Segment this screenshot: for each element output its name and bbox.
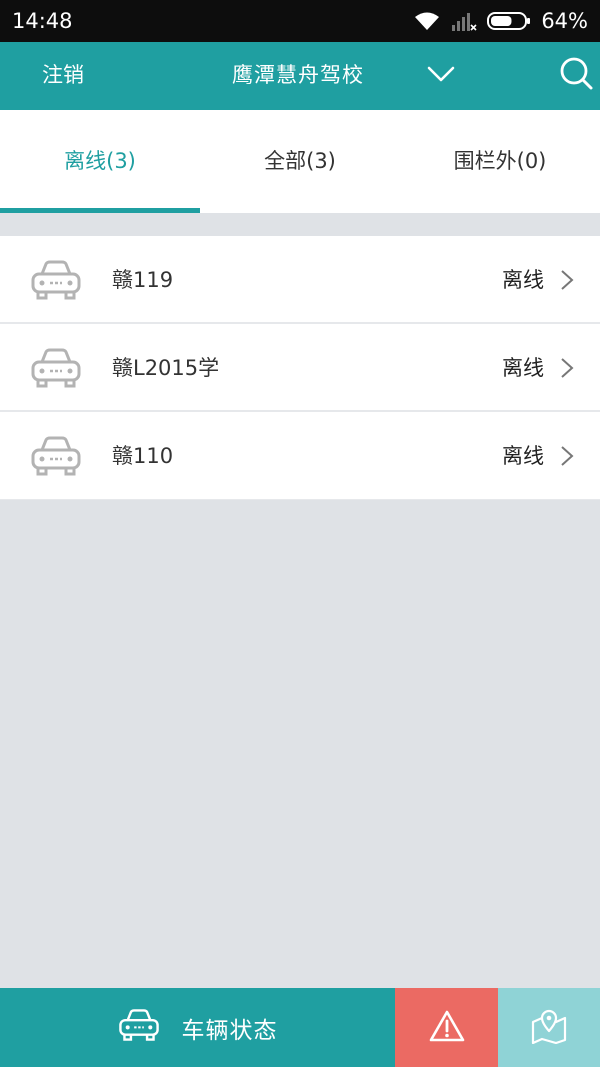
chevron-right-icon (560, 357, 574, 379)
wifi-icon (413, 10, 441, 32)
battery-icon (487, 10, 531, 32)
vehicle-status-button[interactable]: 车辆状态 (0, 988, 395, 1067)
alert-button[interactable] (395, 988, 498, 1067)
tab-out-of-fence[interactable]: 围栏外(0) (400, 110, 600, 213)
school-name: 鹰潭慧舟驾校 (232, 63, 364, 87)
vehicle-row[interactable]: 赣110 离线 (0, 412, 600, 500)
vehicle-plate: 赣119 (112, 268, 174, 292)
status-bar: 14:48 64% (0, 0, 600, 42)
vehicle-row[interactable]: 赣119 离线 (0, 236, 600, 324)
filter-tabs: 离线(3) 全部(3) 围栏外(0) (0, 110, 600, 213)
status-indicators: 64% (413, 9, 588, 33)
bottom-nav: 车辆状态 (0, 988, 600, 1067)
app-header: 注销 鹰潭慧舟驾校 (0, 42, 600, 110)
chevron-right-icon (560, 269, 574, 291)
warning-icon (428, 1009, 466, 1047)
signal-icon (451, 10, 477, 32)
car-icon (30, 434, 82, 478)
vehicle-plate: 赣L2015学 (112, 356, 220, 380)
vehicle-status-label: 车辆状态 (181, 1017, 278, 1044)
chevron-right-icon (560, 445, 574, 467)
car-icon (118, 1007, 160, 1049)
car-icon (30, 258, 82, 302)
vehicle-status: 离线 (502, 444, 544, 468)
tab-offline[interactable]: 离线(3) (0, 110, 200, 213)
vehicle-status: 离线 (502, 356, 544, 380)
vehicle-plate: 赣110 (112, 444, 174, 468)
vehicle-row[interactable]: 赣L2015学 离线 (0, 324, 600, 412)
map-button[interactable] (498, 988, 600, 1067)
battery-percent: 64% (541, 9, 588, 33)
vehicle-list: 赣119 离线 赣L2015学 离线 赣110 离线 (0, 236, 600, 500)
page-title[interactable]: 鹰潭慧舟驾校 (0, 42, 600, 110)
map-pin-icon (530, 1008, 568, 1048)
chevron-down-icon[interactable] (425, 58, 457, 90)
car-icon (30, 346, 82, 390)
search-icon[interactable] (557, 54, 595, 92)
status-time: 14:48 (12, 9, 73, 33)
tab-all[interactable]: 全部(3) (200, 110, 400, 213)
vehicle-status: 离线 (502, 268, 544, 292)
